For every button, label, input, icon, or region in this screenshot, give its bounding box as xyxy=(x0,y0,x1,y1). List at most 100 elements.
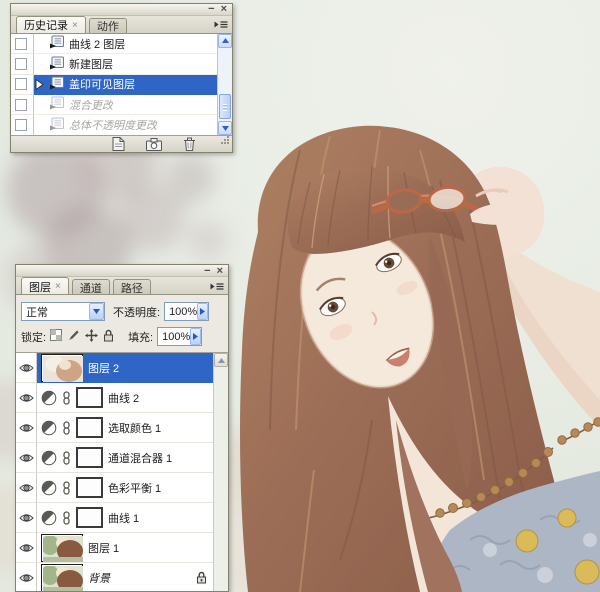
tab-close-icon[interactable]: × xyxy=(55,281,61,292)
fill-field[interactable]: 100% xyxy=(157,327,202,346)
minimize-button[interactable]: − xyxy=(204,266,210,276)
tab-paths-label: 路径 xyxy=(121,280,143,296)
layer-mask-thumbnail[interactable] xyxy=(76,447,103,468)
new-snapshot-camera-button[interactable] xyxy=(146,138,162,151)
panel-menu-icon[interactable] xyxy=(208,280,225,292)
visibility-toggle[interactable] xyxy=(16,533,37,563)
lock-transparency-icon[interactable] xyxy=(50,329,62,344)
visibility-toggle[interactable] xyxy=(16,443,37,473)
tab-channels[interactable]: 通道 xyxy=(72,279,110,294)
layer-row[interactable]: 通道混合器 1 xyxy=(16,443,228,473)
opacity-value: 100% xyxy=(165,306,197,318)
scroll-up-arrow-icon[interactable] xyxy=(214,353,228,367)
history-panel-titlebar: − × xyxy=(11,4,232,16)
layer-thumbnail[interactable] xyxy=(41,534,83,562)
lock-all-padlock-icon[interactable] xyxy=(103,329,114,345)
link-icon xyxy=(62,481,71,495)
layer-mask-thumbnail[interactable] xyxy=(76,477,103,498)
history-brush-checkbox[interactable] xyxy=(15,119,27,131)
lock-label: 锁定: xyxy=(21,329,46,345)
layer-row[interactable]: 图层 2 xyxy=(16,353,228,383)
tab-close-icon[interactable]: × xyxy=(72,20,78,31)
history-step-current[interactable]: 盖印可见图层 xyxy=(11,75,232,95)
history-state-icon xyxy=(48,76,65,93)
history-bottom-bar xyxy=(11,135,232,152)
tab-actions-label: 动作 xyxy=(97,18,119,34)
layer-name: 曲线 1 xyxy=(108,510,139,526)
layers-panel-titlebar: − × xyxy=(16,265,228,277)
history-brush-checkbox[interactable] xyxy=(15,99,27,111)
lock-paint-brush-icon[interactable] xyxy=(67,329,80,345)
tab-history[interactable]: 历史记录 × xyxy=(16,16,86,33)
layer-thumbnail[interactable] xyxy=(41,354,83,382)
new-document-from-state-button[interactable] xyxy=(112,137,125,151)
spinner-arrow-icon[interactable] xyxy=(190,328,201,345)
layers-controls: 正常 不透明度: 100% 锁定: 填充: xyxy=(16,295,228,353)
opacity-label: 不透明度: xyxy=(113,304,160,320)
resize-grip-icon[interactable] xyxy=(220,132,230,150)
visibility-toggle[interactable] xyxy=(16,413,37,443)
minimize-button[interactable]: − xyxy=(208,4,214,14)
layer-name: 曲线 2 xyxy=(108,390,139,406)
scroll-up-arrow-icon[interactable] xyxy=(218,34,232,48)
fill-value: 100% xyxy=(158,331,190,343)
fill-label: 填充: xyxy=(128,329,153,345)
layer-row[interactable]: 图层 1 xyxy=(16,533,228,563)
layer-name: 背景 xyxy=(88,570,110,586)
layer-mask-thumbnail[interactable] xyxy=(76,417,103,438)
history-step-label: 盖印可见图层 xyxy=(69,76,135,92)
layer-name: 选取颜色 1 xyxy=(108,420,161,436)
layer-mask-thumbnail[interactable] xyxy=(76,507,103,528)
history-brush-source-cell[interactable] xyxy=(11,75,34,95)
visibility-toggle[interactable] xyxy=(16,473,37,503)
history-step[interactable]: 新建图层 xyxy=(11,54,232,74)
layer-thumbnail[interactable] xyxy=(41,564,83,592)
history-brush-source-cell[interactable] xyxy=(11,115,34,135)
history-step-undone[interactable]: 混合更改 xyxy=(11,95,232,115)
history-step-undone[interactable]: 总体不透明度更改 xyxy=(11,115,232,135)
history-brush-source-cell[interactable] xyxy=(11,34,34,54)
layer-row[interactable]: 选取颜色 1 xyxy=(16,413,228,443)
visibility-toggle[interactable] xyxy=(16,353,37,383)
layer-row-background[interactable]: 背景 xyxy=(16,563,228,591)
link-icon xyxy=(62,451,71,465)
layer-name: 图层 1 xyxy=(88,540,119,556)
layer-row[interactable]: 色彩平衡 1 xyxy=(16,473,228,503)
adjustment-layer-icon xyxy=(41,450,57,466)
layer-row[interactable]: 曲线 2 xyxy=(16,383,228,413)
history-brush-source-cell[interactable] xyxy=(11,95,34,115)
lock-icon xyxy=(196,571,207,584)
lock-position-move-icon[interactable] xyxy=(85,329,98,345)
scrollbar-thumb[interactable] xyxy=(219,94,231,119)
blend-mode-select[interactable]: 正常 xyxy=(21,302,105,321)
tab-actions[interactable]: 动作 xyxy=(89,18,127,33)
chevron-down-icon[interactable] xyxy=(89,303,104,320)
history-brush-checkbox[interactable] xyxy=(15,78,27,90)
layer-mask-thumbnail[interactable] xyxy=(76,387,103,408)
close-button[interactable]: × xyxy=(221,4,227,14)
history-state-icon xyxy=(48,56,65,73)
tab-layers[interactable]: 图层 × xyxy=(21,277,69,294)
history-step-label: 新建图层 xyxy=(69,56,113,72)
trash-delete-button[interactable] xyxy=(183,137,196,151)
tab-channels-label: 通道 xyxy=(80,280,102,296)
panel-menu-icon[interactable] xyxy=(212,19,229,31)
layers-scrollbar[interactable] xyxy=(213,353,228,591)
opacity-field[interactable]: 100% xyxy=(164,302,209,321)
history-brush-checkbox[interactable] xyxy=(15,58,27,70)
spinner-arrow-icon[interactable] xyxy=(197,303,208,320)
adjustment-layer-icon xyxy=(41,510,57,526)
history-step[interactable]: 曲线 2 图层 xyxy=(11,34,232,54)
layer-row[interactable]: 曲线 1 xyxy=(16,503,228,533)
visibility-toggle[interactable] xyxy=(16,383,37,413)
tab-paths[interactable]: 路径 xyxy=(113,279,151,294)
visibility-toggle[interactable] xyxy=(16,503,37,533)
history-brush-source-cell[interactable] xyxy=(11,54,34,74)
adjustment-layer-icon xyxy=(41,420,57,436)
visibility-toggle[interactable] xyxy=(16,563,37,591)
close-button[interactable]: × xyxy=(217,266,223,276)
history-brush-checkbox[interactable] xyxy=(15,38,27,50)
link-icon xyxy=(62,421,71,435)
history-scrollbar[interactable] xyxy=(217,34,232,135)
history-step-label: 总体不透明度更改 xyxy=(69,117,157,133)
